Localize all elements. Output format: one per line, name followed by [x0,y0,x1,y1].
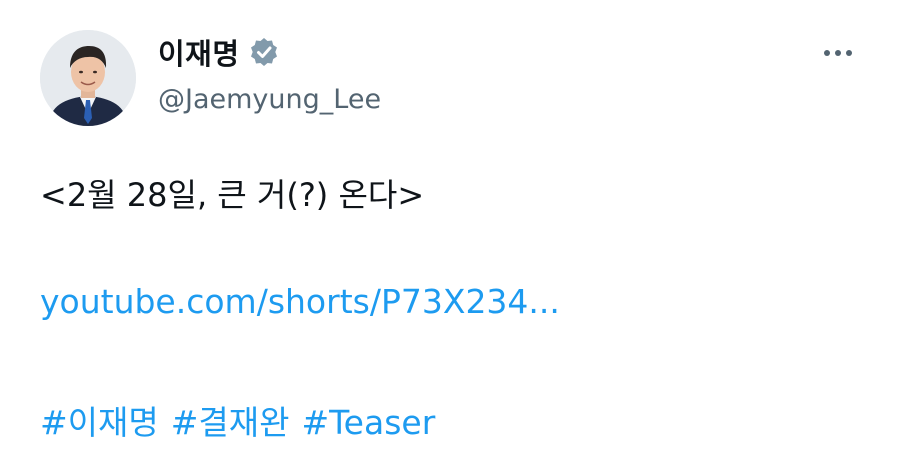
tweet-text: <2월 28일, 큰 거(?) 온다> [40,176,425,214]
hashtag-link[interactable]: #Teaser [301,403,435,442]
more-dot [824,50,830,56]
author-display-name[interactable]: 이재명 [158,31,240,73]
more-dot [846,50,852,56]
verified-badge-icon [250,38,277,66]
more-dot [835,50,841,56]
hashtag-list: #이재명 #결재완 #Teaser [40,396,435,444]
author-handle[interactable]: @Jaemyung_Lee [158,84,381,115]
hashtag-link[interactable]: #이재명 [40,403,159,442]
avatar-photo-icon [40,30,136,126]
more-options-icon[interactable] [815,38,861,68]
author-name-row: 이재명 [158,32,280,72]
tweet-link[interactable]: youtube.com/shorts/P73X234... [40,282,560,321]
author-avatar[interactable] [40,30,136,126]
tweet-card: 이재명 @Jaemyung_Lee <2월 28일, 큰 거(?) 온다> yo… [0,0,900,454]
hashtag-link[interactable]: #결재완 [171,403,290,442]
